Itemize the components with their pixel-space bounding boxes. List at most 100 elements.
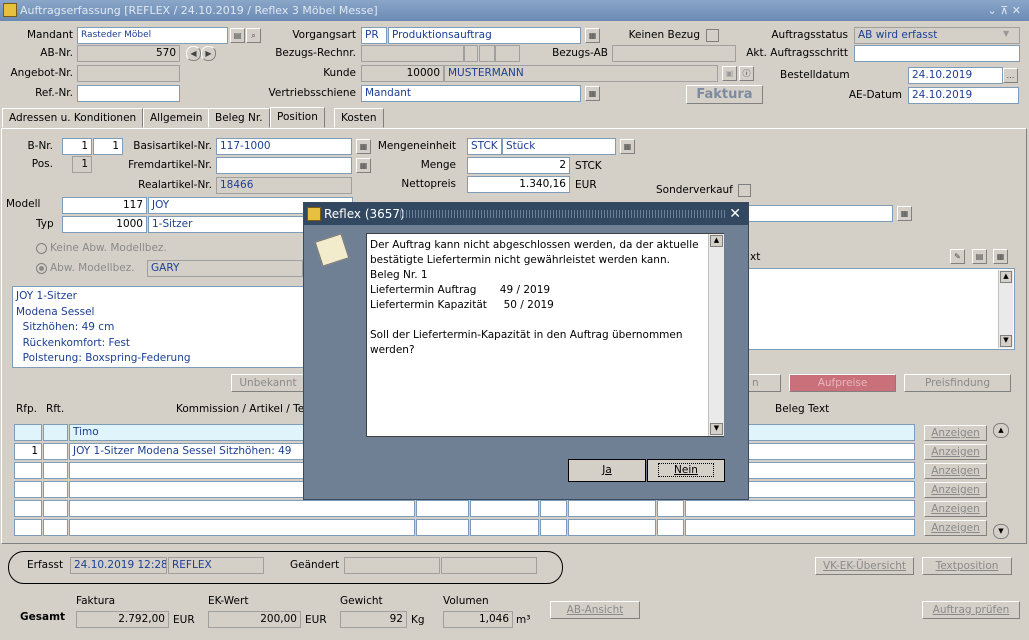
mandant-field[interactable]: Rasteder Möbel: [77, 27, 228, 44]
anzeigen-button[interactable]: Anzeigen: [924, 482, 987, 498]
kunde-nr-field[interactable]: 10000: [361, 65, 444, 82]
grid-cell-col4[interactable]: [416, 519, 469, 536]
preisfindung-button[interactable]: Preisfindung: [904, 374, 1011, 392]
nettopreis-field[interactable]: 1.340,16: [467, 176, 570, 193]
template-icon[interactable]: ▤: [972, 249, 987, 264]
erfasst-date-field[interactable]: 24.10.2019 12:28: [70, 557, 167, 574]
vorgangsart-field[interactable]: Produktionsauftrag: [388, 27, 581, 44]
anzeigen-button[interactable]: Anzeigen: [924, 425, 987, 441]
vk-ek-uebersicht-button[interactable]: VK-EK-Übersicht: [815, 557, 914, 575]
keinen-bezug-checkbox[interactable]: [706, 29, 719, 42]
me-name-field[interactable]: Stück: [502, 138, 616, 155]
grid-cell-col6[interactable]: [540, 500, 567, 517]
grid-cell-col5[interactable]: [470, 500, 539, 517]
akt-schritt-field[interactable]: [854, 45, 1020, 62]
anzeigen-button[interactable]: Anzeigen: [924, 444, 987, 460]
grid-cell-col5[interactable]: [470, 519, 539, 536]
vorgangsart-code[interactable]: PR: [361, 27, 387, 44]
tab-position[interactable]: Position: [270, 107, 325, 128]
grid-cell-col8[interactable]: [657, 500, 684, 517]
auftragsstatus-dropdown[interactable]: AB wird erfasst: [854, 27, 1020, 44]
bezugs-ab-field[interactable]: [612, 45, 736, 62]
ref-nr-field[interactable]: [77, 85, 180, 102]
prev-record-icon[interactable]: ◀: [186, 46, 201, 61]
modell-nr-field[interactable]: 117: [62, 197, 147, 214]
basisartikel-field[interactable]: 117-1000: [216, 138, 352, 155]
grid-cell-text[interactable]: [69, 519, 415, 536]
article-description[interactable]: JOY 1-Sitzer Modena Sessel Sitzhöhen: 49…: [12, 286, 304, 368]
hidden-button[interactable]: n: [745, 374, 781, 392]
customer-card-icon[interactable]: ▣: [722, 66, 737, 81]
textposition-button[interactable]: Textposition: [922, 557, 1012, 575]
grid-cell-rfp[interactable]: [14, 500, 42, 517]
grid-cell-rft[interactable]: [43, 462, 68, 479]
me-code-field[interactable]: STCK: [467, 138, 502, 155]
vertriebsschiene-field[interactable]: Mandant: [361, 85, 581, 102]
bezugs-rechnr-field-2[interactable]: [464, 45, 478, 62]
dialog-title-bar[interactable]: Reflex (3657) ✕: [304, 203, 748, 225]
tab-allgemein[interactable]: Allgemein: [143, 108, 210, 128]
grid-cell-rfp[interactable]: [14, 519, 42, 536]
sonderverkauf-checkbox[interactable]: [738, 184, 751, 197]
nein-button[interactable]: Nein: [647, 459, 725, 482]
bnr-field-1[interactable]: 1: [62, 138, 92, 155]
lookup-icon[interactable]: ▦: [585, 28, 600, 43]
tab-adressen[interactable]: Adressen u. Konditionen: [2, 108, 144, 128]
grid-cell-rfp[interactable]: [14, 481, 42, 498]
lookup-icon-5[interactable]: ▦: [620, 139, 635, 154]
chevron-down-icon[interactable]: ▼: [1003, 29, 1009, 38]
grid-cell-rft[interactable]: [43, 500, 68, 517]
window-controls[interactable]: ⌄ ⊼ ✕: [988, 0, 1021, 21]
typ-nr-field[interactable]: 1000: [62, 216, 147, 233]
bezugs-rechnr-field-3[interactable]: [479, 45, 495, 62]
pos-field[interactable]: 1: [72, 156, 92, 173]
edit-icon[interactable]: ✎: [950, 249, 965, 264]
grid-cell-rft[interactable]: [43, 519, 68, 536]
grid-cell-rft[interactable]: [43, 424, 68, 441]
anzeigen-button[interactable]: Anzeigen: [924, 520, 987, 536]
realartikel-field[interactable]: 18466: [216, 177, 352, 194]
grid-cell-beleg-text[interactable]: [685, 519, 915, 536]
grid-cell-col7[interactable]: [568, 500, 656, 517]
bestelldatum-field[interactable]: 24.10.2019: [908, 67, 1003, 84]
grid-cell-text[interactable]: [69, 500, 415, 517]
lookup-icon-6[interactable]: ▦: [897, 206, 912, 221]
aufpreise-button[interactable]: Aufpreise: [789, 374, 896, 392]
erfasst-user-field[interactable]: REFLEX: [168, 557, 264, 574]
menge-field[interactable]: 2: [467, 157, 570, 174]
faktura-button[interactable]: Faktura: [686, 85, 763, 104]
angebot-field[interactable]: [77, 65, 180, 82]
grid-cell-rfp[interactable]: [14, 424, 42, 441]
kunde-name-field[interactable]: MUSTERMANN: [444, 65, 718, 82]
bezugs-rechnr-field-4[interactable]: [495, 45, 520, 62]
ab-ansicht-button[interactable]: AB-Ansicht: [550, 601, 640, 619]
ae-datum-field[interactable]: 24.10.2019: [908, 87, 1019, 104]
grid-cell-rfp[interactable]: 1: [14, 443, 42, 460]
grid-cell-col8[interactable]: [657, 519, 684, 536]
grid-scrollbar[interactable]: ▲ ▼: [993, 423, 1009, 539]
unbekannt-button[interactable]: Unbekannt: [231, 374, 305, 392]
ab-nr-field[interactable]: 570: [77, 45, 180, 62]
grid-cell-rft[interactable]: [43, 481, 68, 498]
dialog-message-scrollbar[interactable]: ▲ ▼: [708, 234, 724, 436]
grid-cell-rfp[interactable]: [14, 462, 42, 479]
date-picker-icon[interactable]: …: [1003, 68, 1018, 83]
grid-cell-beleg-text[interactable]: [685, 500, 915, 517]
close-icon[interactable]: ✕: [729, 203, 741, 225]
tab-beleg-nr[interactable]: Beleg Nr.: [208, 108, 270, 128]
abw-modellbez-field[interactable]: GARY: [147, 260, 303, 277]
grid-cell-rft[interactable]: [43, 443, 68, 460]
next-record-icon[interactable]: ▶: [201, 46, 216, 61]
radio-keine-abw[interactable]: [36, 243, 47, 254]
anzeigen-button[interactable]: Anzeigen: [924, 501, 987, 517]
geaendert-date-field[interactable]: [344, 557, 440, 574]
text-area-scrollbar[interactable]: ▲ ▼: [998, 270, 1013, 348]
lookup-icon-2[interactable]: ▦: [585, 86, 600, 101]
tab-kosten[interactable]: Kosten: [334, 108, 384, 128]
grid-cell-col4[interactable]: [416, 500, 469, 517]
text-area[interactable]: [748, 268, 1015, 350]
right-text-field[interactable]: [748, 205, 893, 222]
fremdartikel-field[interactable]: [216, 157, 352, 174]
window-title-bar[interactable]: Auftragserfassung [REFLEX / 24.10.2019 /…: [0, 0, 1029, 21]
list-icon[interactable]: ▤: [230, 28, 245, 43]
